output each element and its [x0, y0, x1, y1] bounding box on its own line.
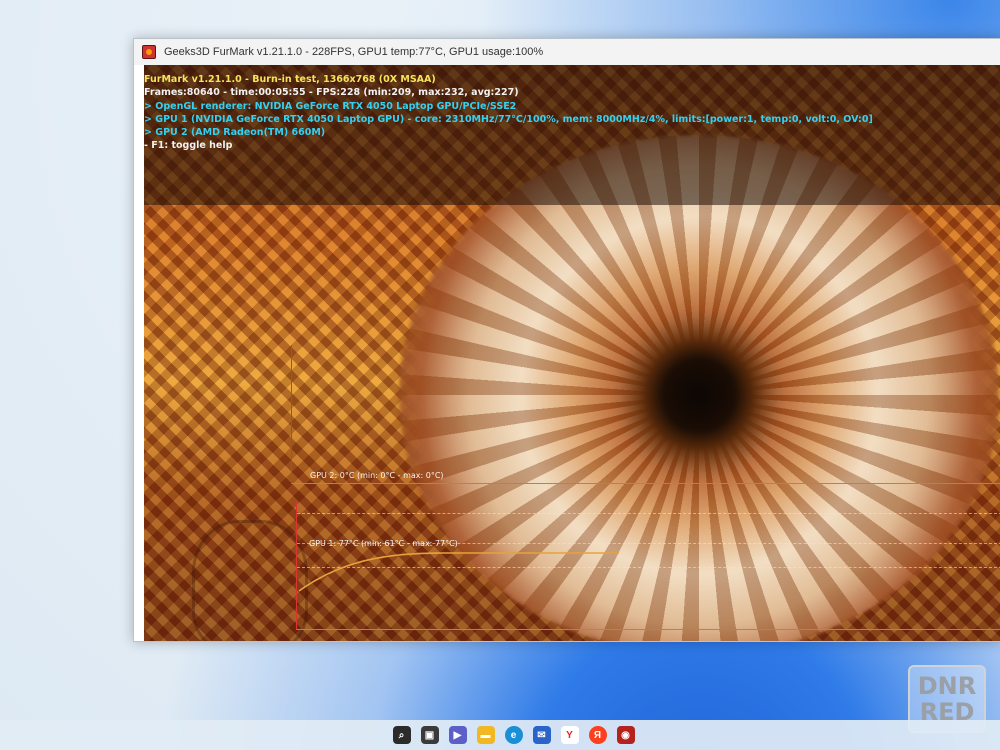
furmark-app-icon	[142, 45, 156, 59]
yandex-browser-icon[interactable]: Y	[560, 726, 579, 744]
file-explorer-icon[interactable]: ▬	[476, 726, 495, 744]
hud-line-help: - F1: toggle help	[144, 140, 233, 152]
windows-start-icon[interactable]	[366, 727, 383, 744]
hud-line-frames: Frames:80640 - time:00:05:55 - FPS:228 (…	[144, 87, 519, 99]
furmark-window[interactable]: Geeks3D FurMark v1.21.1.0 - 228FPS, GPU1…	[133, 38, 1000, 642]
meet-icon[interactable]: ▶	[448, 726, 467, 744]
gpu1-temp-chart	[298, 552, 619, 592]
hud-overlay: FurMark v1.21.1.0 - Burn-in test, 1366x7…	[144, 73, 873, 153]
furmark-logo-watermark	[192, 520, 308, 641]
hud-line-gpu1: > GPU 1 (NVIDIA GeForce RTX 4050 Laptop …	[144, 113, 873, 125]
gpu2-temp-graph: GPU 2: 0°C (min: 0°C - max: 0°C)	[291, 345, 1000, 484]
yandex-icon[interactable]: Я	[588, 726, 607, 744]
window-titlebar[interactable]: Geeks3D FurMark v1.21.1.0 - 228FPS, GPU1…	[134, 39, 1000, 65]
furmark-taskbar-icon[interactable]: ◉	[616, 726, 635, 744]
watermark-line1: DNR	[917, 672, 977, 700]
render-viewport[interactable]: FurMark v1.21.1.0 - Burn-in test, 1366x7…	[144, 65, 1000, 641]
hud-line-gpu2: > GPU 2 (AMD Radeon(TM) 660M)	[144, 127, 326, 139]
gpu2-temp-label: GPU 2: 0°C (min: 0°C - max: 0°C)	[310, 471, 444, 480]
task-view-icon[interactable]: ▣	[420, 726, 439, 744]
mail-icon[interactable]: ✉	[532, 726, 551, 744]
gpu1-temp-curve	[298, 552, 619, 592]
window-title: Geeks3D FurMark v1.21.1.0 - 228FPS, GPU1…	[164, 46, 544, 58]
taskbar: ⌕ ▣ ▶ ▬ e ✉ Y Я ◉	[0, 720, 1000, 750]
hud-line-title: FurMark v1.21.1.0 - Burn-in test, 1366x7…	[144, 74, 436, 85]
edge-icon[interactable]: e	[504, 726, 523, 744]
hud-line-renderer: > OpenGL renderer: NVIDIA GeForce RTX 40…	[144, 100, 517, 112]
search-icon[interactable]: ⌕	[392, 726, 411, 744]
gpu1-temp-graph: GPU 1: 77°C (min: 61°C - max: 77°C)	[296, 501, 1000, 630]
